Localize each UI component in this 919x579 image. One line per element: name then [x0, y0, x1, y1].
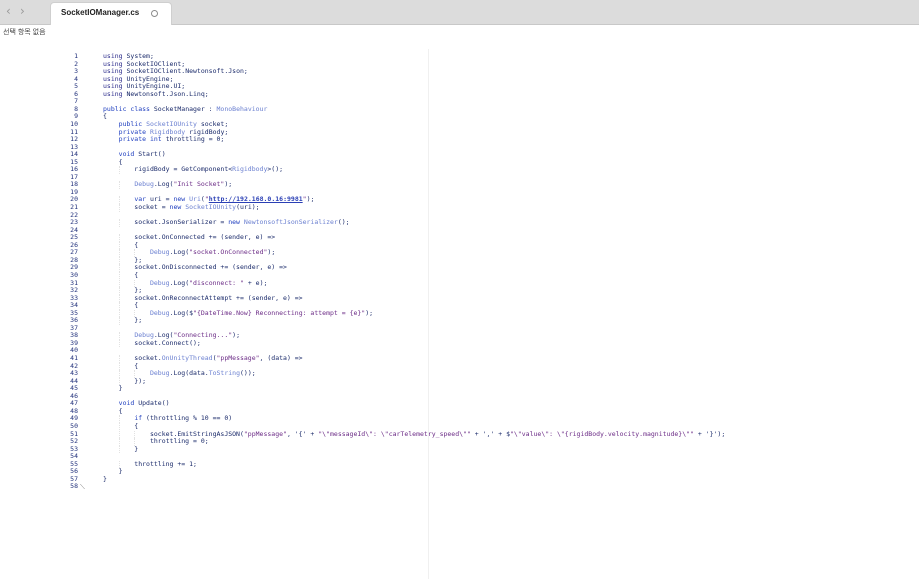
code-text: rigidBody = GetComponent<Rigidbody>();: [103, 165, 284, 174]
code-line[interactable]: 58: [0, 483, 919, 491]
code-text: }: [103, 474, 107, 483]
code-text: Debug.Log("Init Socket");: [134, 180, 233, 189]
code-line[interactable]: 44 });: [0, 377, 919, 386]
code-line[interactable]: 45 }: [0, 385, 919, 393]
code-line[interactable]: 21 socket = new SocketIOUnity(uri);: [0, 203, 919, 212]
code-line[interactable]: 23 socket.JsonSerializer = new Newtonsof…: [0, 218, 919, 227]
code-line[interactable]: 47 void Update(): [0, 400, 919, 408]
line-number: 58: [70, 482, 78, 491]
indent-guide: [118, 181, 120, 189]
code-text: public class SocketManager : MonoBehavio…: [103, 104, 268, 113]
code-line[interactable]: 12 private int throttling = 0;: [0, 135, 919, 144]
code-editor[interactable]: 1 using System; 2 using SocketIOClient; 3 usi…: [0, 49, 919, 579]
indent-guide: [118, 339, 120, 348]
code-text: };: [103, 316, 143, 325]
indent-guide: [118, 219, 120, 227]
code-line[interactable]: 18 Debug.Log("Init Socket");: [0, 181, 919, 189]
code-line[interactable]: 8 public class SocketManager : MonoBehavi…: [0, 104, 919, 114]
line-number: 2: [74, 59, 78, 68]
line-number: 6: [74, 89, 78, 98]
line-number: 5: [74, 82, 78, 91]
unsaved-dot-icon[interactable]: [151, 10, 158, 17]
line-number: 1: [74, 52, 78, 60]
code-line[interactable]: 57}: [0, 474, 919, 484]
tab-socketiomanager[interactable]: SocketIOManager.cs: [50, 2, 172, 25]
indent-guide: [118, 204, 120, 212]
code-line[interactable]: 56 }: [0, 468, 919, 476]
back-icon[interactable]: ‹: [6, 4, 11, 18]
code-line[interactable]: 39 socket.Connect();: [0, 339, 919, 348]
code-line[interactable]: 36 };: [0, 317, 919, 325]
tab-title: SocketIOManager.cs: [61, 8, 140, 17]
code-text: using Newtonsoft.Json.Linq;: [103, 89, 209, 98]
tab-bar: ‹ › SocketIOManager.cs: [0, 0, 919, 25]
indent-guide: [118, 445, 120, 454]
code-text: socket.JsonSerializer = new NewtonsoftJs…: [103, 218, 350, 227]
code-text: }: [103, 444, 139, 453]
line-number: 8: [74, 104, 78, 113]
line-number: 7: [74, 97, 78, 106]
code-text: Debug.Log($"{DateTime.Now} Reconnecting:…: [149, 308, 374, 317]
resize-handle-icon[interactable]: ⟍: [80, 483, 85, 492]
code-text: }: [103, 384, 123, 393]
code-line[interactable]: 55 throttling += 1;: [0, 460, 919, 469]
code-text: private int throttling = 0;: [118, 135, 225, 144]
code-text: socket = new SocketIOUnity(uri);: [103, 203, 260, 211]
line-number: 3: [74, 67, 78, 76]
code-line[interactable]: 53 }: [0, 444, 919, 454]
indent-guide: [118, 317, 120, 325]
line-number: 4: [74, 74, 78, 83]
code-line[interactable]: 6 using Newtonsoft.Json.Linq;: [0, 89, 919, 99]
indent-guide: [118, 166, 120, 174]
forward-icon[interactable]: ›: [20, 4, 25, 18]
breadcrumb[interactable]: 선택 항목 없음: [3, 27, 46, 37]
code-line[interactable]: 16 rigidBody = GetComponent<Rigidbody>()…: [0, 165, 919, 174]
code-line[interactable]: 14 void Start(): [0, 150, 919, 159]
